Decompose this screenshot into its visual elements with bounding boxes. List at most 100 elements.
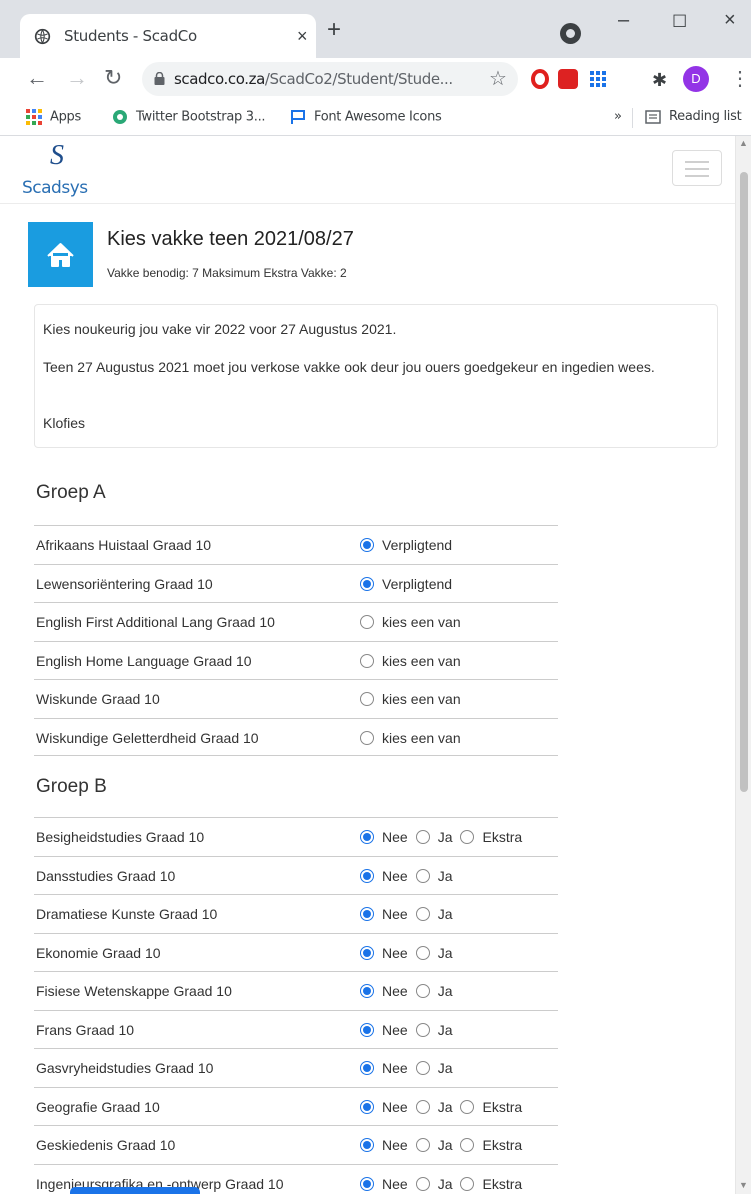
radio-button[interactable]	[415, 907, 430, 921]
site-logo-mark[interactable]: S	[50, 140, 64, 172]
radio-option-nee[interactable]: Nee	[360, 983, 408, 999]
radio-button[interactable]	[360, 868, 374, 883]
browser-menu-icon[interactable]: ⋮	[730, 66, 750, 91]
extensions-puzzle-icon[interactable]: ✱	[652, 68, 667, 92]
subject-name: Ekonomie Graad 10	[36, 944, 161, 961]
radio-button[interactable]	[460, 1099, 475, 1114]
hamburger-menu-button[interactable]	[672, 150, 722, 186]
page-scrollbar[interactable]: ▲ ▼	[735, 136, 751, 1194]
reload-icon[interactable]: ↻	[104, 66, 122, 90]
subject-option[interactable]: Verpligtend	[360, 576, 452, 592]
radio-button[interactable]	[460, 1176, 475, 1191]
group-b-heading: Groep B	[36, 776, 107, 797]
radio-button[interactable]	[415, 830, 430, 844]
bookmark-apps[interactable]: Apps	[26, 109, 81, 125]
radio-option-nee[interactable]: Nee	[360, 868, 408, 884]
subject-option[interactable]: kies een van	[360, 730, 461, 746]
radio-button[interactable]	[415, 1099, 430, 1114]
radio-button[interactable]	[360, 1022, 374, 1037]
radio-button[interactable]	[360, 830, 374, 844]
browser-tab[interactable]: Students - ScadCo ×	[20, 14, 316, 58]
radio-option-nee[interactable]: Nee	[360, 1137, 408, 1153]
table-row: Gasvryheidstudies Graad 10 Nee Ja	[34, 1048, 558, 1087]
subject-option[interactable]: kies een van	[360, 614, 461, 630]
radio-option-nee[interactable]: Nee	[360, 1060, 408, 1076]
radio-option-ekstra[interactable]: Ekstra	[460, 1137, 522, 1153]
radio-option-ja[interactable]: Ja	[415, 829, 452, 845]
radio-button[interactable]	[360, 945, 374, 960]
radio-option-ja[interactable]: Ja	[415, 906, 452, 922]
site-logo-text[interactable]: Scadsys	[22, 178, 88, 198]
profile-avatar[interactable]: D	[683, 66, 709, 92]
radio-option-nee[interactable]: Nee	[360, 906, 408, 922]
radio-button[interactable]	[360, 653, 374, 668]
radio-button[interactable]	[360, 730, 374, 745]
radio-button[interactable]	[415, 1022, 430, 1037]
back-arrow-icon[interactable]: ←	[26, 66, 48, 90]
radio-option-nee[interactable]: Nee	[360, 945, 408, 961]
radio-option-nee[interactable]: Nee	[360, 1099, 408, 1115]
scroll-down-arrow-icon[interactable]: ▼	[739, 1180, 748, 1190]
forward-arrow-icon[interactable]: →	[66, 66, 88, 90]
radio-button[interactable]	[360, 1138, 374, 1152]
radio-option-ja[interactable]: Ja	[415, 1099, 452, 1115]
radio-button[interactable]	[360, 538, 374, 552]
radio-button[interactable]	[360, 576, 374, 591]
subject-option[interactable]: kies een van	[360, 691, 461, 707]
radio-button[interactable]	[460, 1138, 475, 1152]
radio-button[interactable]	[360, 1061, 374, 1075]
radio-button[interactable]	[360, 907, 374, 921]
table-row: Dansstudies Graad 10 Nee Ja	[34, 855, 558, 895]
radio-option-ja[interactable]: Ja	[415, 868, 452, 884]
bookmark-font-awesome[interactable]: Font Awesome Icons	[290, 109, 442, 125]
bookmark-star-icon[interactable]: ☆	[489, 66, 507, 91]
scroll-up-arrow-icon[interactable]: ▲	[739, 138, 748, 148]
radio-button[interactable]	[415, 1176, 430, 1191]
radio-button[interactable]	[415, 1061, 430, 1075]
grid-extension-icon[interactable]	[588, 69, 608, 89]
radio-option-ekstra[interactable]: Ekstra	[460, 1099, 522, 1115]
subject-option[interactable]: Verpligtend	[360, 537, 452, 553]
radio-option-ekstra[interactable]: Ekstra	[460, 829, 522, 845]
radio-option-nee[interactable]: Nee	[360, 1176, 408, 1192]
bookmarks-overflow-button[interactable]: »	[614, 109, 622, 124]
profile-indicator-icon[interactable]	[560, 23, 581, 44]
radio-option-ja[interactable]: Ja	[415, 1060, 452, 1076]
reading-list-button[interactable]: Reading list	[645, 109, 742, 124]
radio-button[interactable]	[415, 945, 430, 960]
radio-button[interactable]	[360, 615, 374, 629]
radio-option-nee[interactable]: Nee	[360, 829, 408, 845]
subject-name: English Home Language Graad 10	[36, 652, 252, 669]
bookmark-bootstrap[interactable]: Twitter Bootstrap 3...	[112, 109, 266, 125]
new-tab-button[interactable]: +	[327, 18, 341, 42]
subject-option[interactable]: kies een van	[360, 653, 461, 669]
radio-button[interactable]	[360, 1099, 374, 1114]
subject-options: Nee Ja	[360, 1060, 460, 1076]
tab-close-icon[interactable]: ×	[297, 26, 308, 47]
close-window-button[interactable]: ×	[724, 10, 736, 30]
home-button[interactable]	[28, 222, 93, 287]
floating-button-edge[interactable]	[70, 1187, 200, 1194]
table-row: Wiskunde Graad 10 kies een van	[34, 679, 558, 718]
opera-extension-icon[interactable]	[530, 69, 550, 89]
scrollbar-thumb[interactable]	[740, 172, 748, 792]
radio-option-ja[interactable]: Ja	[415, 1137, 452, 1153]
radio-button[interactable]	[360, 984, 374, 998]
minimize-button[interactable]: –	[618, 10, 629, 30]
radio-button[interactable]	[460, 830, 475, 844]
radio-option-nee[interactable]: Nee	[360, 1022, 408, 1038]
radio-option-ja[interactable]: Ja	[415, 945, 452, 961]
radio-button[interactable]	[360, 692, 374, 706]
maximize-button[interactable]: ☐	[672, 12, 687, 32]
flag-favicon-icon	[291, 110, 305, 124]
pdf-extension-icon[interactable]	[558, 69, 578, 89]
radio-option-ekstra[interactable]: Ekstra	[460, 1176, 522, 1192]
radio-button[interactable]	[415, 1138, 430, 1152]
radio-option-ja[interactable]: Ja	[415, 1022, 452, 1038]
radio-button[interactable]	[415, 868, 430, 883]
radio-button[interactable]	[415, 984, 430, 998]
radio-button[interactable]	[360, 1176, 374, 1191]
radio-option-ja[interactable]: Ja	[415, 1176, 452, 1192]
radio-option-ja[interactable]: Ja	[415, 983, 452, 999]
address-bar[interactable]: scadco.co.za/ScadCo2/Student/Stude... ☆	[142, 62, 518, 96]
